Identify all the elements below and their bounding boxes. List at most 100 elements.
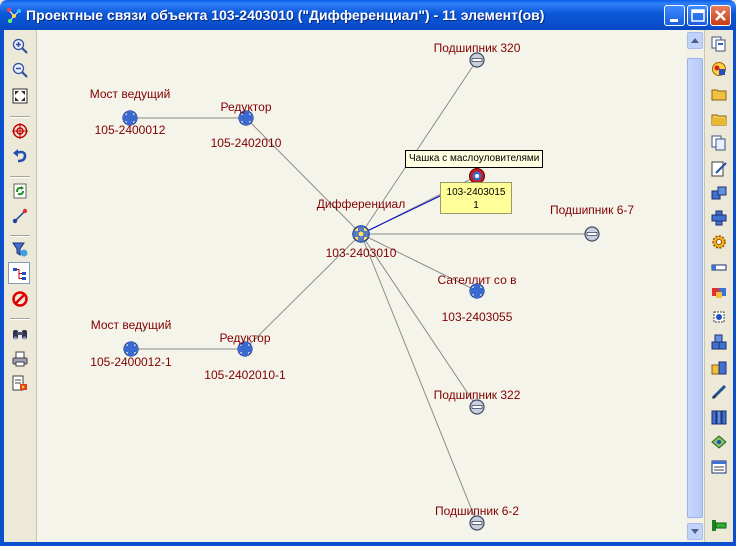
scroll-up-button[interactable] <box>687 32 703 49</box>
node-center-icon[interactable] <box>352 225 370 243</box>
vertical-scrollbar[interactable] <box>686 30 704 542</box>
print-icon <box>12 351 28 367</box>
binoculars-icon <box>13 330 27 340</box>
node-red2-title: Редуктор <box>219 331 271 345</box>
scrollbar-thumb[interactable] <box>687 58 703 518</box>
toolbar-separator <box>10 318 30 320</box>
bearing-button[interactable] <box>708 256 730 278</box>
node-satellit-title: Сателлит со в <box>437 273 517 287</box>
stop-button[interactable] <box>9 288 31 310</box>
minimize-icon <box>670 19 678 22</box>
node-red2-code: 105-2402010-1 <box>204 368 286 382</box>
node-p62-icon[interactable] <box>469 515 485 531</box>
node-p67-icon[interactable] <box>584 226 600 242</box>
node-p67-title: Подшипник 6-7 <box>549 203 635 217</box>
node-p320-icon[interactable] <box>469 52 485 68</box>
node-most2-title: Мост ведущий <box>90 318 172 332</box>
node-satellit-code: 103-2403055 <box>441 310 513 324</box>
fit-to-window-button[interactable] <box>9 85 31 107</box>
export-button[interactable] <box>9 372 31 394</box>
close-button[interactable] <box>710 5 731 26</box>
chevron-down-icon <box>691 529 699 534</box>
component-icon <box>713 311 725 323</box>
assembly-icon <box>711 186 727 200</box>
bearing-icon <box>711 264 727 271</box>
export-icon <box>12 375 27 391</box>
chevron-up-icon <box>691 38 699 43</box>
window-frame-bottom <box>0 542 736 546</box>
report-button[interactable] <box>708 456 730 478</box>
refresh-button[interactable] <box>9 180 31 202</box>
left-toolbar <box>4 30 37 542</box>
part-icon <box>711 210 727 226</box>
node-p62-title: Подшипник 6-2 <box>434 504 520 518</box>
find-button[interactable] <box>9 323 31 345</box>
title-bar: Проектные связи объекта 103-2403010 ("Ди… <box>0 0 736 30</box>
library-icon <box>711 410 727 425</box>
component-button[interactable] <box>708 306 730 328</box>
right-toolbar <box>704 30 733 542</box>
pencil-button[interactable] <box>708 381 730 403</box>
node-red1-title: Редуктор <box>220 100 272 114</box>
window-title: Проектные связи объекта 103-2403010 ("Ди… <box>26 7 545 23</box>
pencil-icon <box>711 384 727 400</box>
open-folder-icon <box>711 89 727 101</box>
toolbar-separator <box>10 116 30 118</box>
copy-icon <box>711 36 726 52</box>
filter-button[interactable] <box>9 238 31 260</box>
exit-button[interactable] <box>708 514 730 536</box>
link-info-code: 103-2403015 <box>446 187 506 198</box>
fit-to-window-icon <box>12 88 28 104</box>
connect-link-button[interactable] <box>9 205 31 227</box>
copy-button[interactable] <box>708 33 730 55</box>
node-center-code: 103-2403010 <box>325 246 397 260</box>
graph-canvas[interactable]: Мост ведущий 105-2400012 Редуктор 105-24… <box>37 30 686 542</box>
filter-icon <box>12 242 28 257</box>
stack-button[interactable] <box>708 331 730 353</box>
folder-icon <box>711 114 727 126</box>
node-tooltip: Чашка с маслоуловителями <box>405 150 544 168</box>
refresh-icon <box>13 183 27 199</box>
toolbar-separator <box>10 176 30 178</box>
assembly-button[interactable] <box>708 182 730 204</box>
document-copy-button[interactable] <box>708 132 730 154</box>
object-properties-button[interactable] <box>708 58 730 80</box>
node-most2-code: 105-2400012-1 <box>90 355 172 369</box>
zoom-out-icon <box>12 62 28 78</box>
center-target-button[interactable] <box>9 120 31 142</box>
stack-icon <box>711 334 727 350</box>
color-parts-button[interactable] <box>708 281 730 303</box>
tree-layout-icon <box>13 268 26 280</box>
minimize-button[interactable] <box>664 5 685 26</box>
part-button[interactable] <box>708 207 730 229</box>
zoom-in-button[interactable] <box>9 35 31 57</box>
layer-icon <box>711 435 727 449</box>
edit-document-button[interactable] <box>708 158 730 180</box>
node-p322-title: Подшипник 322 <box>433 388 521 402</box>
tree-layout-button[interactable] <box>8 262 30 284</box>
batch-button[interactable] <box>708 356 730 378</box>
scroll-down-button[interactable] <box>687 523 703 540</box>
zoom-out-button[interactable] <box>9 59 31 81</box>
undo-button[interactable] <box>9 145 31 167</box>
open-folder-button[interactable] <box>708 83 730 105</box>
maximize-icon <box>691 9 705 22</box>
color-parts-icon <box>712 288 726 298</box>
stop-icon <box>12 291 28 307</box>
link-info-quantity: 1 <box>473 200 479 211</box>
library-button[interactable] <box>708 406 730 428</box>
close-icon <box>715 10 726 21</box>
print-button[interactable] <box>9 348 31 370</box>
edit-document-icon <box>711 161 727 177</box>
node-p320-title: Подшипник 320 <box>433 41 521 55</box>
app-graph-icon <box>7 8 21 23</box>
maximize-button[interactable] <box>687 5 708 26</box>
layer-button[interactable] <box>708 431 730 453</box>
graph-edges <box>122 52 600 531</box>
folder-button[interactable] <box>708 108 730 130</box>
batch-icon <box>711 361 727 375</box>
object-properties-icon <box>712 62 726 76</box>
settings-button[interactable] <box>708 231 730 253</box>
node-p322-icon[interactable] <box>469 399 485 415</box>
node-most2-icon[interactable] <box>123 341 139 357</box>
